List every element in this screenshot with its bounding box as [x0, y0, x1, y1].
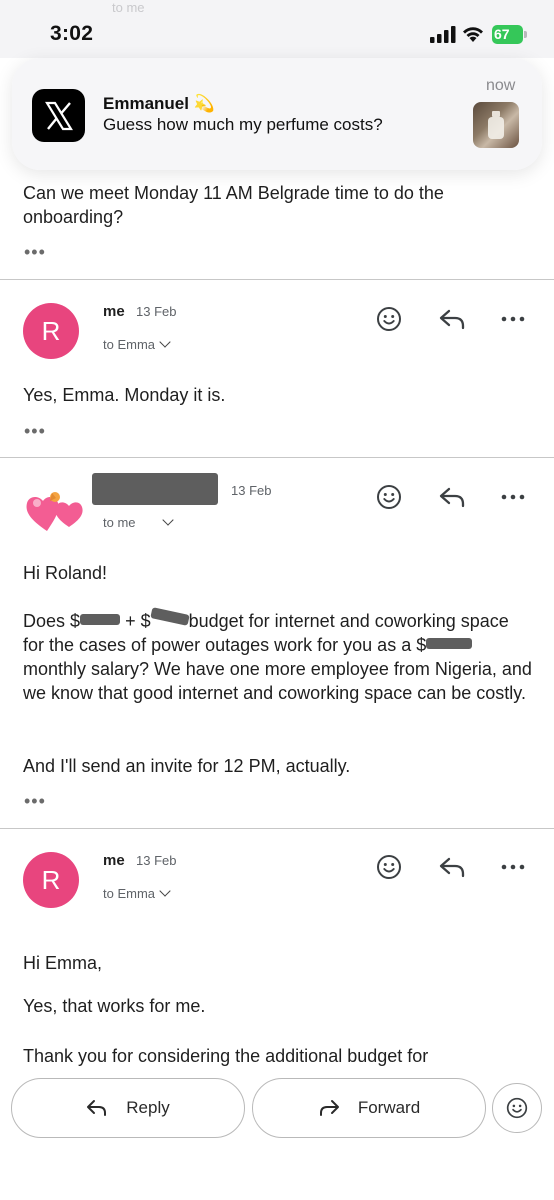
reply-icon	[87, 1100, 107, 1116]
forward-label: Forward	[357, 1098, 421, 1117]
message-greeting: Hi Roland!	[23, 563, 108, 583]
text-segment: Does $	[23, 611, 81, 631]
recipient-label: to Emma	[103, 886, 156, 901]
reply-label: Reply	[126, 1098, 170, 1117]
forward-button[interactable]: Forward	[252, 1078, 486, 1138]
reply-button[interactable]: Reply	[11, 1078, 245, 1138]
smiley-icon	[506, 1097, 528, 1119]
show-trimmed-content-button[interactable]: •••	[24, 242, 46, 263]
more-horizontal-icon	[501, 316, 525, 322]
message-date: 13 Feb	[231, 483, 272, 498]
avatar[interactable]: R	[23, 303, 79, 359]
show-trimmed-content-button[interactable]: •••	[24, 791, 46, 812]
smiley-icon	[377, 307, 401, 331]
message-paragraph: Thank you for considering the additional…	[23, 1046, 429, 1066]
message-paragraph: Does $ + $ budget for internet and cowork…	[23, 607, 533, 705]
recipient-label: to me	[103, 515, 136, 530]
reply-icon	[439, 487, 465, 508]
redacted-amount	[80, 614, 121, 625]
more-options-button[interactable]	[497, 303, 529, 335]
message-divider	[0, 457, 554, 458]
battery-level: 67	[494, 26, 510, 42]
chevron-down-icon	[159, 336, 171, 348]
more-options-button[interactable]	[497, 481, 529, 513]
message-date: 13 Feb	[136, 304, 177, 319]
ghost-recipient-text: to me	[112, 0, 145, 15]
redacted-amount	[426, 638, 473, 649]
text-segment: monthly salary? We have one more employe…	[23, 659, 532, 703]
add-reaction-button[interactable]	[373, 303, 405, 335]
smiley-icon	[377, 855, 401, 879]
cellular-signal-icon	[430, 26, 456, 43]
avatar[interactable]: R	[23, 852, 79, 908]
sender-name: me	[103, 303, 125, 320]
sender-name: me	[103, 852, 125, 869]
message-divider	[0, 828, 554, 829]
more-horizontal-icon	[501, 864, 525, 870]
x-logo-icon	[32, 89, 85, 142]
status-time: 3:02	[50, 22, 94, 45]
hearts-avatar-icon	[26, 492, 83, 531]
chevron-down-icon	[161, 514, 174, 526]
notification-sender: Emmanuel 💫	[103, 94, 215, 113]
redacted-amount	[149, 607, 190, 626]
message-paragraph: Yes, that works for me.	[23, 996, 206, 1016]
reply-button[interactable]	[436, 851, 468, 883]
notification-time: now	[486, 77, 516, 94]
message-body: Yes, Emma. Monday it is.	[23, 385, 226, 405]
message-paragraph: And I'll send an invite for 12 PM, actua…	[23, 756, 351, 776]
recipient-dropdown[interactable]: to Emma	[103, 885, 171, 901]
message-body: Can we meet Monday 11 AM Belgrade time t…	[23, 183, 444, 227]
redacted-sender-name	[92, 473, 218, 505]
chevron-down-icon	[159, 885, 171, 897]
recipient-label: to Emma	[103, 337, 156, 352]
notification-thumbnail	[473, 102, 519, 148]
show-trimmed-content-button[interactable]: •••	[24, 421, 46, 442]
recipient-dropdown[interactable]: to me	[103, 514, 174, 530]
message-divider	[0, 279, 554, 280]
forward-icon	[319, 1100, 339, 1116]
reply-icon	[439, 857, 465, 878]
reply-button[interactable]	[436, 481, 468, 513]
message-greeting: Hi Emma,	[23, 953, 103, 973]
recipient-dropdown[interactable]: to Emma	[103, 336, 171, 352]
smiley-icon	[377, 485, 401, 509]
add-reaction-button[interactable]	[373, 481, 405, 513]
text-segment: + $	[125, 611, 151, 631]
notification-banner[interactable]: Emmanuel 💫 Guess how much my perfume cos…	[12, 58, 542, 170]
battery-icon: 67	[492, 25, 528, 44]
notification-body: Guess how much my perfume costs?	[103, 115, 383, 134]
reply-button[interactable]	[436, 303, 468, 335]
react-emoji-button[interactable]	[492, 1083, 542, 1133]
avatar[interactable]	[23, 487, 89, 535]
wifi-icon	[463, 27, 483, 42]
add-reaction-button[interactable]	[373, 851, 405, 883]
message-date: 13 Feb	[136, 853, 177, 868]
more-options-button[interactable]	[497, 851, 529, 883]
reply-icon	[439, 309, 465, 330]
more-horizontal-icon	[501, 494, 525, 500]
